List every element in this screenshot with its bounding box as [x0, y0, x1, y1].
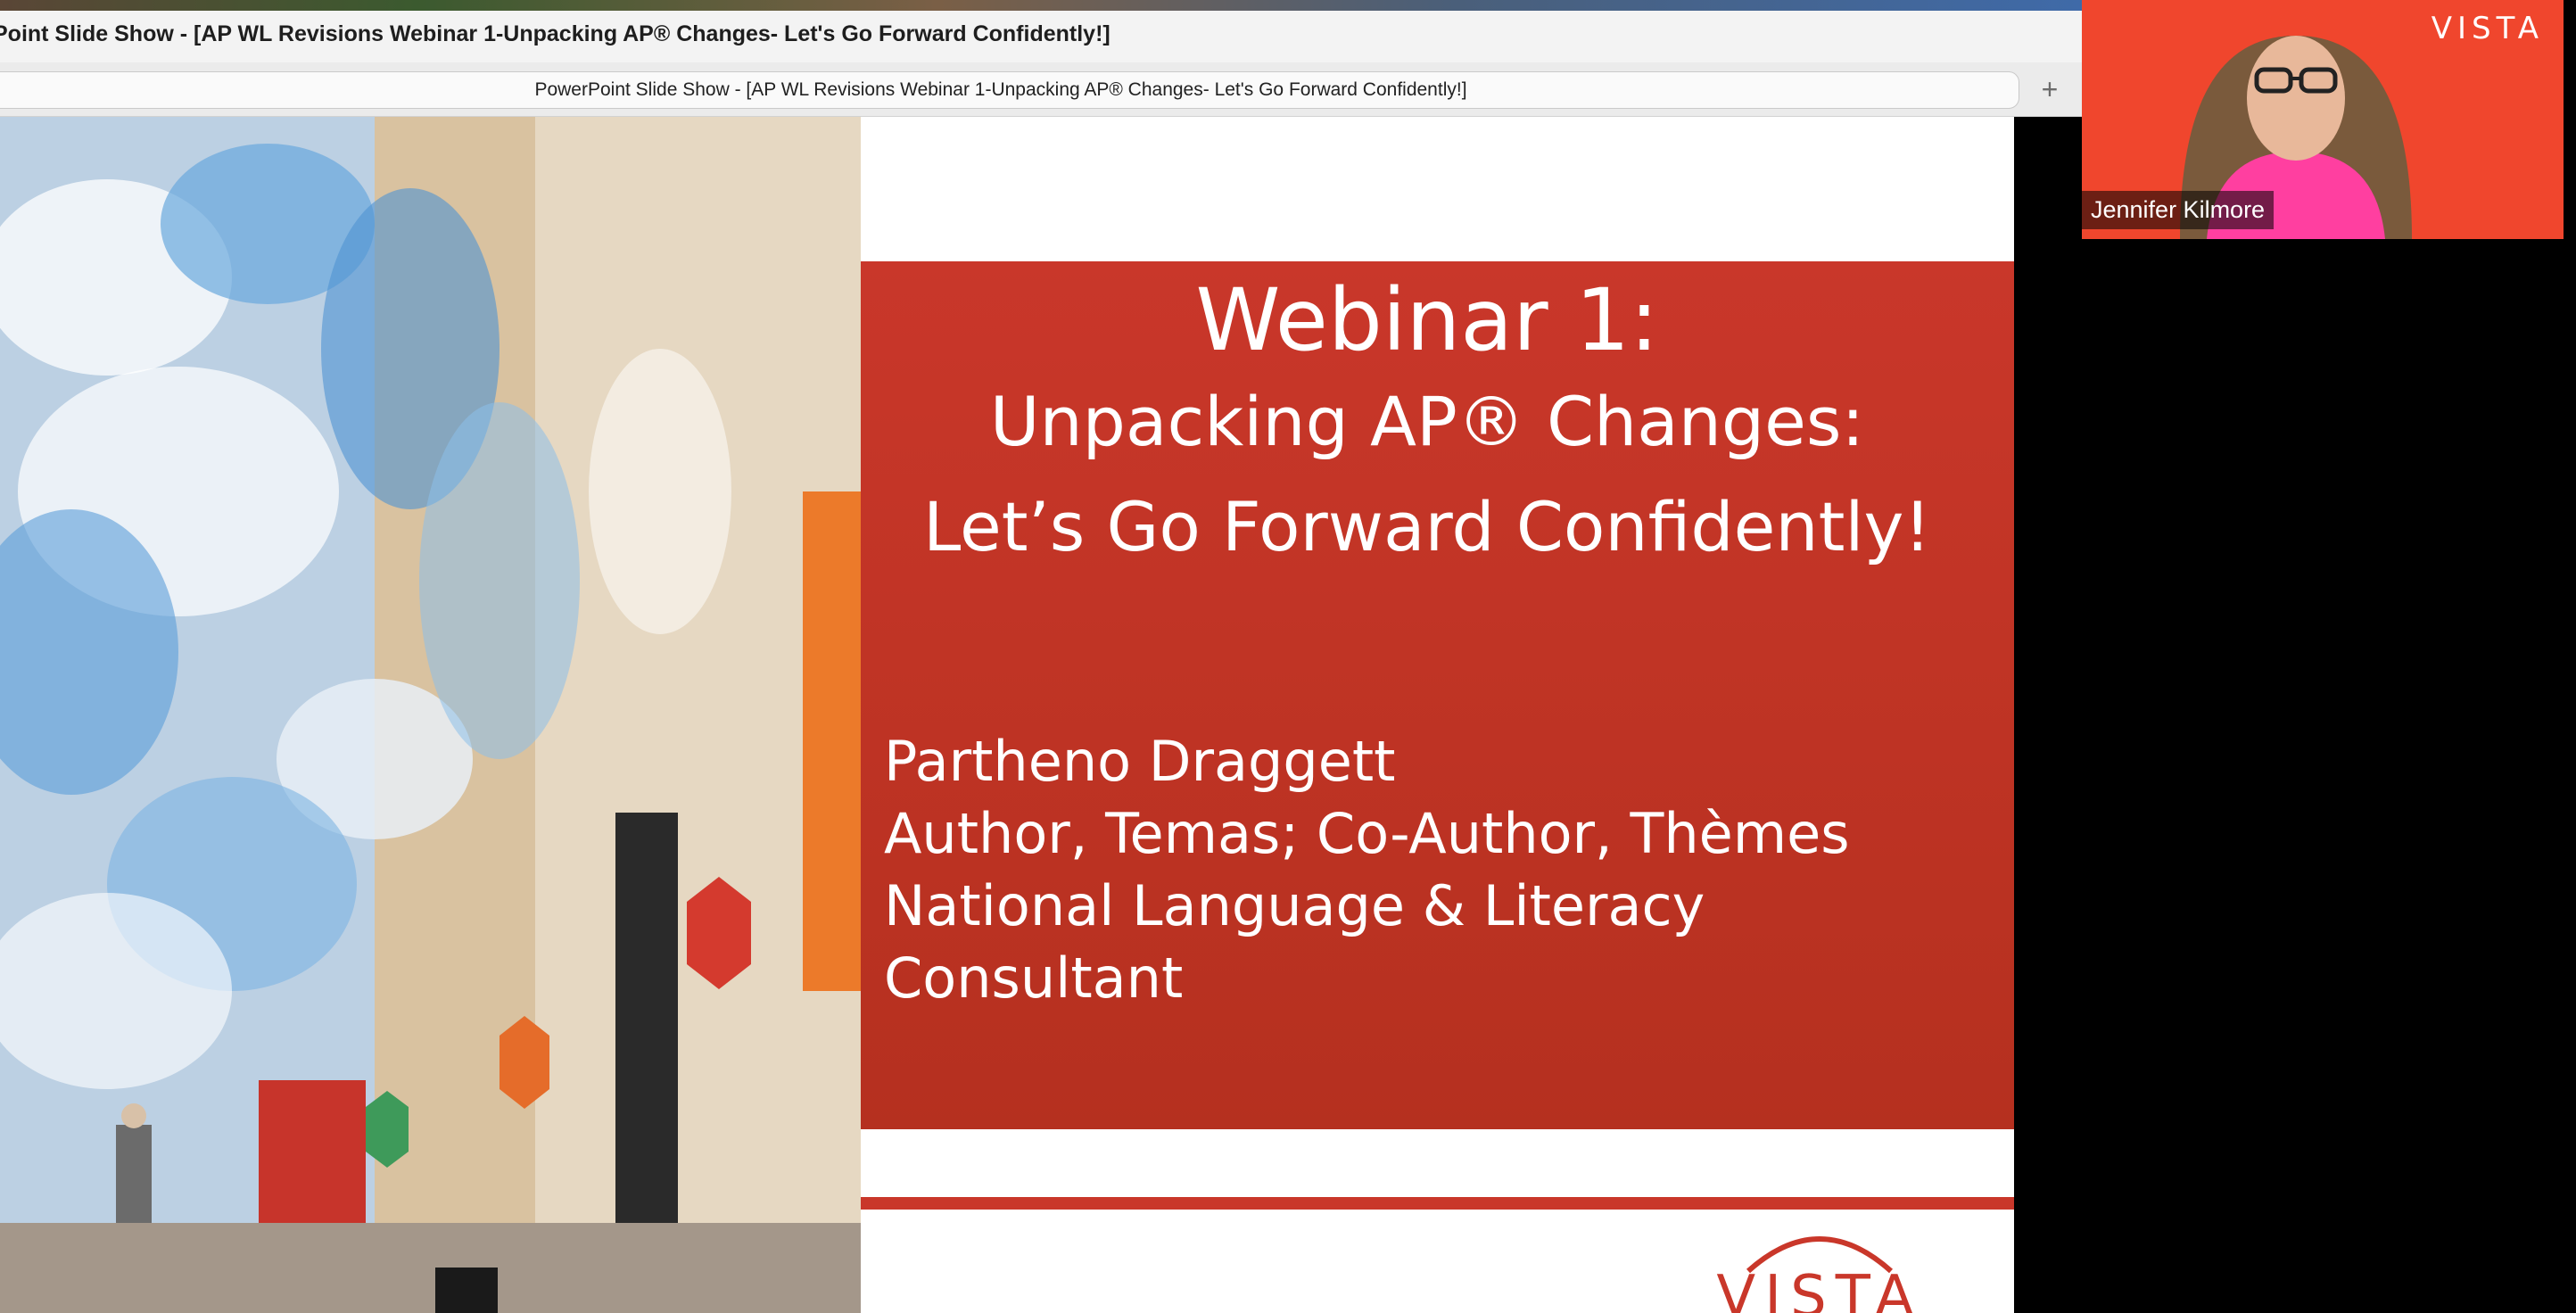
- presenter-org-line1: National Language & Literacy: [884, 873, 1705, 938]
- slide-title-banner: Webinar 1: Unpacking AP® Changes: Let’s …: [861, 261, 2014, 1129]
- presenter-role: Author, Temas; Co-Author, Thèmes: [884, 801, 1850, 866]
- slide[interactable]: Webinar 1: Unpacking AP® Changes: Let’s …: [0, 117, 2014, 1313]
- slide-letterbox: [2014, 117, 2082, 1313]
- presenter-info: Partheno Draggett Author, Temas; Co-Auth…: [884, 725, 1850, 1014]
- slide-photo: [0, 117, 861, 1313]
- participant-name-label: Jennifer Kilmore: [2082, 191, 2275, 229]
- background-strip: [0, 0, 2082, 11]
- window-title: Point Slide Show - [AP WL Revisions Webi…: [0, 21, 1110, 46]
- vista-logo-text: VISTA: [1716, 1264, 1923, 1313]
- slide-title: Webinar 1:: [1195, 270, 1659, 370]
- tab-bar: PowerPoint Slide Show - [AP WL Revisions…: [0, 62, 2082, 117]
- presenter-org-line2: Consultant: [884, 946, 1184, 1011]
- slideshow-window: Point Slide Show - [AP WL Revisions Webi…: [0, 11, 2082, 1313]
- slide-subtitle-line2: Let’s Go Forward Confidently!: [923, 487, 1931, 566]
- participant-video-tile[interactable]: VISTA Jennifer Kilmore: [2082, 0, 2564, 239]
- vista-logo: VISTA: [1713, 1214, 1927, 1313]
- slide-divider: [861, 1197, 2014, 1210]
- plus-icon: +: [2041, 73, 2059, 105]
- slide-content: Webinar 1: Unpacking AP® Changes: Let’s …: [0, 117, 2082, 1313]
- slide-subtitle-line1: Unpacking AP® Changes:: [989, 382, 1865, 461]
- video-brand-logo: VISTA: [2431, 11, 2544, 46]
- new-tab-button[interactable]: +: [2034, 73, 2066, 105]
- title-bar[interactable]: Point Slide Show - [AP WL Revisions Webi…: [0, 11, 2082, 62]
- video-panel-background: [2082, 239, 2576, 1313]
- tab-slideshow[interactable]: PowerPoint Slide Show - [AP WL Revisions…: [0, 71, 2019, 109]
- presenter-name: Partheno Draggett: [884, 729, 1396, 794]
- tab-title: PowerPoint Slide Show - [AP WL Revisions…: [534, 79, 1467, 100]
